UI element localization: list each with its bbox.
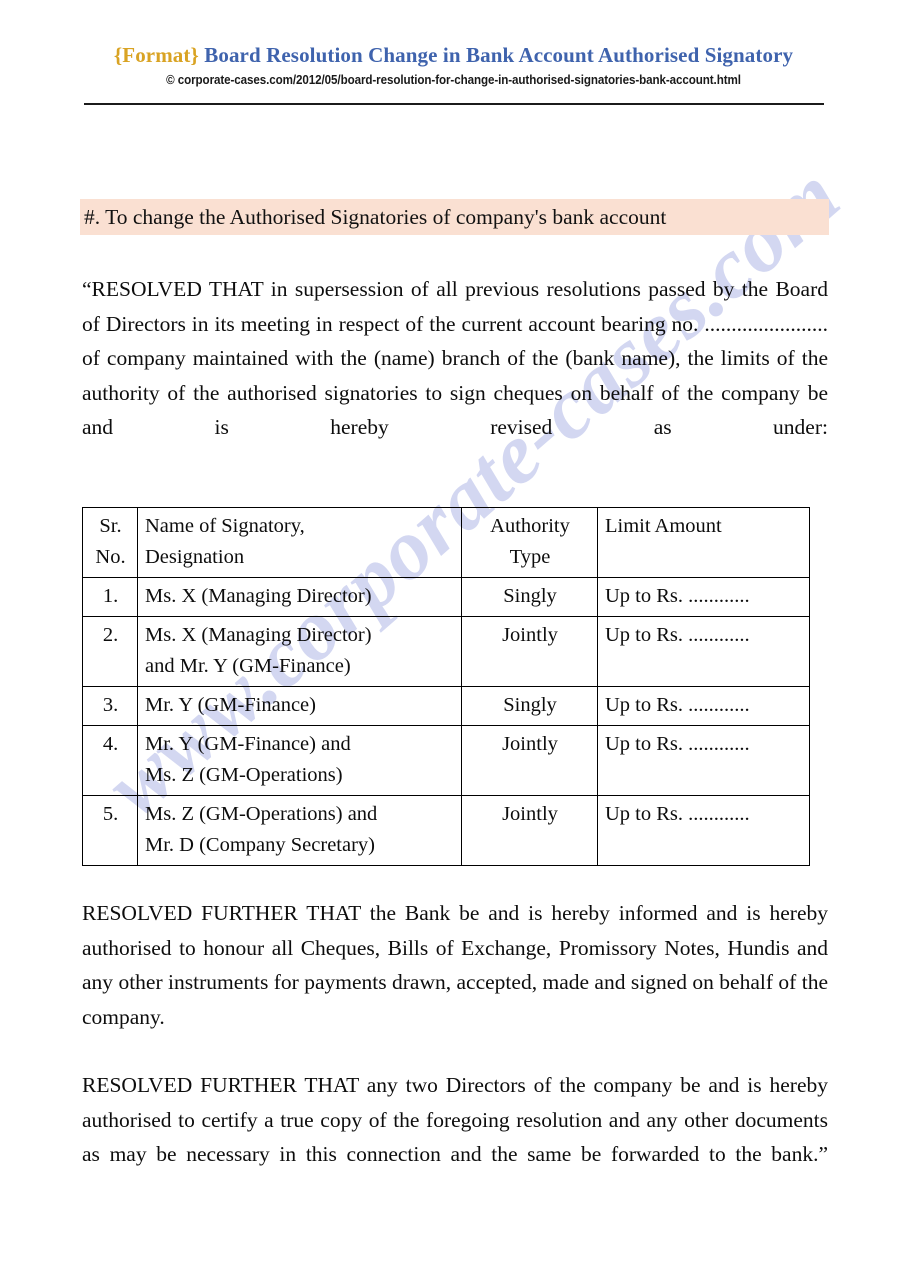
cell-name-line: and Mr. Y (GM-Finance) — [145, 655, 351, 677]
cell-name-line: Ms. Z (GM-Operations) — [145, 764, 343, 786]
table-row: 1. Ms. X (Managing Director) Singly Up t… — [82, 577, 810, 617]
cell-limit: Up to Rs. ............ — [597, 725, 810, 796]
cell-name: Ms. Z (GM-Operations) and Mr. D (Company… — [137, 795, 462, 866]
cell-limit: Up to Rs. ............ — [597, 577, 810, 617]
header-divider — [84, 103, 824, 105]
table-row: 2. Ms. X (Managing Director) and Mr. Y (… — [82, 616, 810, 687]
cell-srno: 5. — [82, 795, 138, 866]
cell-authority: Jointly — [461, 725, 598, 796]
paragraph-bank-container: RESOLVED FURTHER THAT the Bank be and is… — [82, 896, 828, 1069]
table-header-srno: Sr. No. — [82, 507, 138, 578]
cell-authority: Singly — [461, 577, 598, 617]
table-row: 3. Mr. Y (GM-Finance) Singly Up to Rs. .… — [82, 686, 810, 726]
paragraph-intro-container: “RESOLVED THAT in supersession of all pr… — [82, 272, 828, 479]
cell-srno: 2. — [82, 616, 138, 687]
cell-name-line: Mr. Y (GM-Finance) and — [145, 733, 351, 755]
section-heading-text: #. To change the Authorised Signatories … — [84, 205, 667, 229]
paragraph-certify: RESOLVED FURTHER THAT any two Directors … — [82, 1073, 828, 1166]
table-header-authority: Authority Type — [461, 507, 598, 578]
header-limit-line1: Limit Amount — [605, 515, 722, 537]
cell-srno: 1. — [82, 577, 138, 617]
cell-srno: 4. — [82, 725, 138, 796]
section-heading: #. To change the Authorised Signatories … — [80, 199, 829, 235]
header-title: {Format} Board Resolution Change in Bank… — [0, 42, 907, 68]
cell-authority: Jointly — [461, 616, 598, 687]
paragraph-intro: “RESOLVED THAT in supersession of all pr… — [82, 277, 828, 439]
cell-name: Ms. X (Managing Director) — [137, 577, 462, 617]
cell-name-line: Ms. Z (GM-Operations) and — [145, 803, 378, 825]
table-header-name: Name of Signatory, Designation — [137, 507, 462, 578]
cell-name-line: Mr. D (Company Secretary) — [145, 834, 375, 856]
document-header: {Format} Board Resolution Change in Bank… — [0, 42, 907, 87]
cell-srno: 3. — [82, 686, 138, 726]
paragraph-bank-informed: RESOLVED FURTHER THAT the Bank be and is… — [82, 901, 828, 1029]
format-tag: {Format} — [113, 43, 199, 67]
signatory-table: Sr. No. Name of Signatory, Designation A… — [82, 507, 810, 866]
document-page: {Format} Board Resolution Change in Bank… — [0, 0, 907, 1284]
cell-name: Ms. X (Managing Director) and Mr. Y (GM-… — [137, 616, 462, 687]
header-authority-line1: Authority — [490, 515, 570, 537]
cell-limit: Up to Rs. ............ — [597, 795, 810, 866]
header-authority-line2: Type — [509, 546, 551, 568]
cell-limit: Up to Rs. ............ — [597, 616, 810, 687]
header-title-text: Board Resolution Change in Bank Account … — [204, 43, 794, 67]
cell-name: Mr. Y (GM-Finance) — [137, 686, 462, 726]
paragraph-certify-container: RESOLVED FURTHER THAT any two Directors … — [82, 1068, 828, 1206]
cell-name-line: Ms. X (Managing Director) — [145, 624, 372, 646]
table-header-row: Sr. No. Name of Signatory, Designation A… — [82, 507, 810, 578]
cell-limit: Up to Rs. ............ — [597, 686, 810, 726]
table-row: 5. Ms. Z (GM-Operations) and Mr. D (Comp… — [82, 795, 810, 866]
signatory-table-container: Sr. No. Name of Signatory, Designation A… — [82, 507, 810, 866]
table-header-limit: Limit Amount — [597, 507, 810, 578]
header-copyright: © corporate-cases.com/2012/05/board-reso… — [166, 73, 741, 87]
header-name-line2: Designation — [145, 546, 245, 568]
cell-authority: Jointly — [461, 795, 598, 866]
header-srno-line2: No. — [95, 546, 126, 568]
table-row: 4. Mr. Y (GM-Finance) and Ms. Z (GM-Oper… — [82, 725, 810, 796]
cell-name-line: Mr. Y (GM-Finance) — [145, 694, 316, 716]
header-name-line1: Name of Signatory, — [145, 515, 305, 537]
cell-name-line: Ms. X (Managing Director) — [145, 585, 372, 607]
cell-authority: Singly — [461, 686, 598, 726]
header-srno-line1: Sr. — [99, 515, 122, 537]
cell-name: Mr. Y (GM-Finance) and Ms. Z (GM-Operati… — [137, 725, 462, 796]
